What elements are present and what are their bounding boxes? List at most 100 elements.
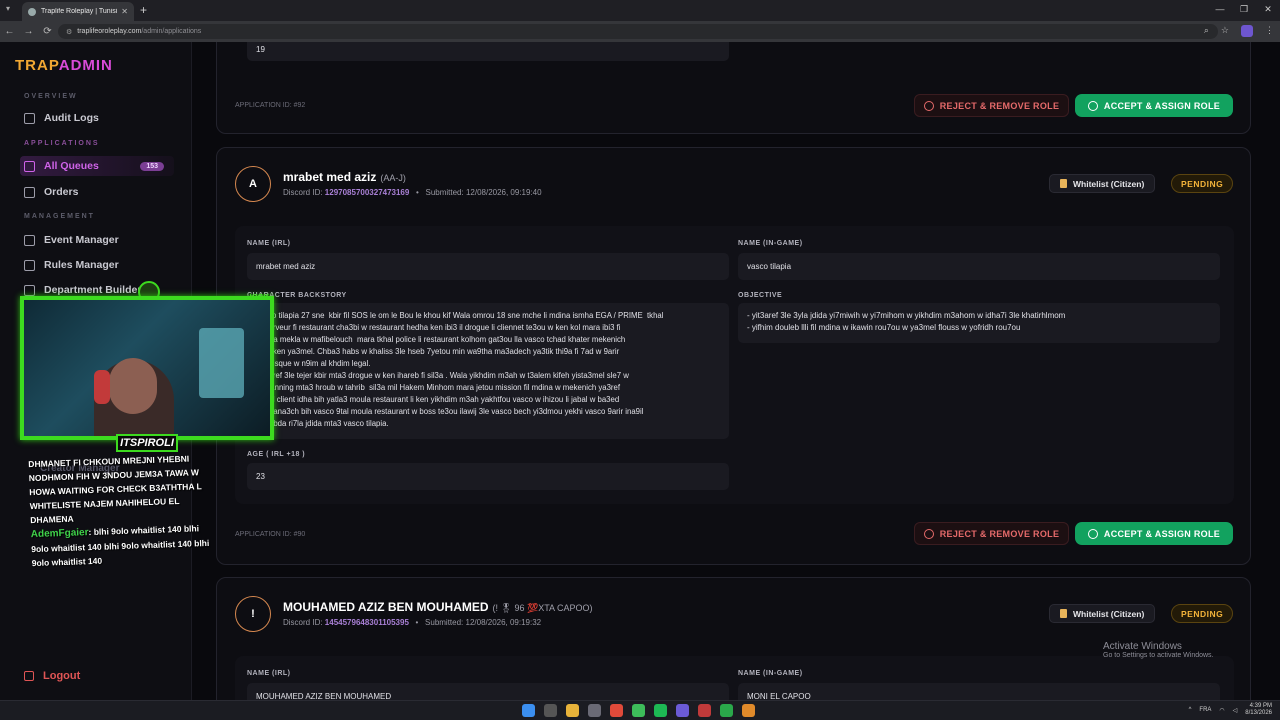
streamer-head [109, 358, 157, 414]
queue-count-badge: 153 [140, 161, 164, 171]
sidebar-item-event-manager[interactable]: Event Manager [24, 230, 178, 250]
sidebar-item-audit-logs[interactable]: Audit Logs [24, 108, 178, 128]
reload-icon[interactable]: ⟳ [38, 26, 57, 37]
minimize-icon[interactable]: — [1208, 0, 1232, 19]
application-card: ! MOUHAMED AZIZ BEN MOUHAMED (! 🎖 96 💯XTA… [216, 577, 1251, 700]
label-objective: OBJECTIVE [738, 292, 783, 299]
wifi-icon[interactable]: ◠ [1219, 707, 1224, 714]
browser-tab[interactable]: Traplife Roleplay | Tunisian GTA ✕ [22, 2, 134, 21]
activate-windows-watermark: Activate Windows Go to Settings to activ… [1103, 641, 1214, 659]
reject-icon [923, 528, 934, 539]
applicant-tag: (AA-J) [380, 173, 406, 183]
status-badge: PENDING [1171, 174, 1234, 193]
stream-chat-overlay: DHMANET FI CHKOUN MREJNI YHEBNI NODHMON … [28, 451, 212, 570]
streamer-name: ITSPIROLI [116, 434, 178, 452]
field-value: 19 [247, 42, 729, 61]
rules-manager-icon [24, 259, 35, 271]
section-applications: APPLICATIONS [24, 140, 100, 147]
discord-id[interactable]: 1297085700327473169 [325, 188, 410, 197]
address-actions: ⌕ ☆ ⋮ [1204, 25, 1274, 37]
whitelist-type-badge: Whitelist (Citizen) [1049, 604, 1156, 623]
bookmark-star-icon[interactable]: ☆ [1221, 25, 1229, 37]
book-icon [1060, 609, 1067, 618]
chrome-icon[interactable] [610, 704, 623, 717]
discord-id[interactable]: 1454579648301105395 [325, 618, 409, 627]
applicant-tag: (! 🎖 96 💯XTA CAPOO) [492, 603, 593, 613]
site-info-icon[interactable]: ⚙ [66, 28, 72, 36]
accept-assign-role-button[interactable]: ACCEPT & ASSIGN ROLE [1075, 94, 1233, 117]
windows-taskbar: ^ FRA ◠ ◁ 4:39 PM 8/13/2026 [0, 700, 1280, 720]
applicant-meta: Discord ID: 1297085700327473169 • Submit… [283, 188, 542, 197]
maximize-icon[interactable]: ❐ [1232, 0, 1256, 19]
address-bar-row: ← → ⟳ ⚙ traplifeoroleplay.com /admin/app… [0, 21, 1280, 42]
start-icon[interactable] [522, 704, 535, 717]
app-icon[interactable] [632, 704, 645, 717]
profile-avatar[interactable] [1241, 25, 1253, 37]
name-irl-field: MOUHAMED AZIZ BEN MOUHAMED [247, 683, 729, 700]
submitted-date: Submitted: 12/08/2026, 09:19:32 [425, 618, 542, 627]
applicant-name: mrabet med aziz (AA-J) [283, 170, 406, 184]
applicant-avatar: ! [235, 596, 271, 632]
store-icon[interactable] [588, 704, 601, 717]
tab-title: Traplife Roleplay | Tunisian GTA [41, 8, 118, 15]
new-tab-icon[interactable]: + [140, 3, 147, 17]
window-controls: — ❐ ✕ [1208, 0, 1280, 19]
applicant-name: MOUHAMED AZIZ BEN MOUHAMED (! 🎖 96 💯XTA C… [283, 600, 593, 614]
accept-icon [1087, 100, 1098, 111]
label-name-ingame: NAME (IN-GAME) [738, 670, 803, 677]
forward-icon[interactable]: → [19, 26, 38, 37]
search-icon[interactable] [544, 704, 557, 717]
taskbar-apps [522, 704, 755, 717]
lang-indicator[interactable]: FRA [1199, 707, 1211, 713]
zoom-icon[interactable]: ⌕ [1204, 25, 1209, 37]
spotify-icon[interactable] [654, 704, 667, 717]
name-ingame-field: MONI EL CAPOO [738, 683, 1220, 700]
sidebar-item-orders[interactable]: Orders [24, 182, 178, 202]
discord-icon[interactable] [676, 704, 689, 717]
url-path: /admin/applications [141, 28, 202, 35]
application-id: APPLICATION ID: #92 [235, 102, 306, 109]
sidebar-item-all-queues[interactable]: All Queues 153 [20, 156, 174, 176]
clock[interactable]: 4:39 PM 8/13/2026 [1245, 703, 1272, 717]
name-irl-field: mrabet med aziz [247, 253, 729, 280]
tab-search-icon[interactable]: ▾ [6, 4, 10, 13]
application-id: APPLICATION ID: #90 [235, 531, 306, 538]
objective-field: - yit3aref 3le 3yla jdida yi7miwih w yi7… [738, 303, 1220, 343]
application-fields: NAME (IRL) MOUHAMED AZIZ BEN MOUHAMED NA… [235, 656, 1234, 700]
tab-close-icon[interactable]: ✕ [121, 7, 128, 16]
sidebar-item-rules-manager[interactable]: Rules Manager [24, 255, 178, 275]
event-manager-icon [24, 234, 35, 246]
headphones-shape [94, 370, 110, 404]
section-management: MANAGEMENT [24, 213, 95, 220]
url-field[interactable]: ⚙ traplifeoroleplay.com /admin/applicati… [58, 24, 1218, 39]
accept-icon [1087, 528, 1098, 539]
webcam-overlay [20, 296, 274, 440]
backstory-field: vasco tilapia 27 sne kbir fil SOS le om … [247, 303, 729, 439]
file-explorer-icon[interactable] [566, 704, 579, 717]
chat-message: AdemFgaier: blhi 9olo whaitlist 140 blhi… [30, 523, 210, 569]
monitor-shape [199, 328, 244, 398]
applicant-meta: Discord ID: 1454579648301105395 • Submit… [283, 618, 542, 627]
chrome-active-icon[interactable] [742, 704, 755, 717]
app-icon[interactable] [698, 704, 711, 717]
label-name-irl: NAME (IRL) [247, 240, 291, 247]
browser-menu-icon[interactable]: ⋮ [1265, 25, 1274, 37]
back-icon[interactable]: ← [0, 26, 19, 37]
orders-icon [24, 186, 35, 198]
app-icon[interactable] [720, 704, 733, 717]
label-name-irl: NAME (IRL) [247, 670, 291, 677]
reject-remove-role-button[interactable]: REJECT & REMOVE ROLE [914, 94, 1069, 117]
logout-button[interactable]: Logout [24, 670, 80, 682]
audit-logs-icon [24, 112, 35, 124]
application-card-92: 19 APPLICATION ID: #92 REJECT & REMOVE R… [216, 42, 1251, 134]
submitted-date: Submitted: 12/08/2026, 09:19:40 [425, 188, 542, 197]
volume-icon[interactable]: ◁ [1233, 707, 1238, 714]
chevron-up-icon[interactable]: ^ [1189, 707, 1192, 713]
reject-remove-role-button[interactable]: REJECT & REMOVE ROLE [914, 522, 1069, 545]
close-window-icon[interactable]: ✕ [1256, 0, 1280, 19]
kick-logo: KICK [249, 293, 269, 302]
accept-assign-role-button[interactable]: ACCEPT & ASSIGN ROLE [1075, 522, 1233, 545]
status-badge: PENDING [1171, 604, 1234, 623]
chat-username: AdemFgaier [30, 527, 89, 541]
section-overview: OVERVIEW [24, 93, 78, 100]
